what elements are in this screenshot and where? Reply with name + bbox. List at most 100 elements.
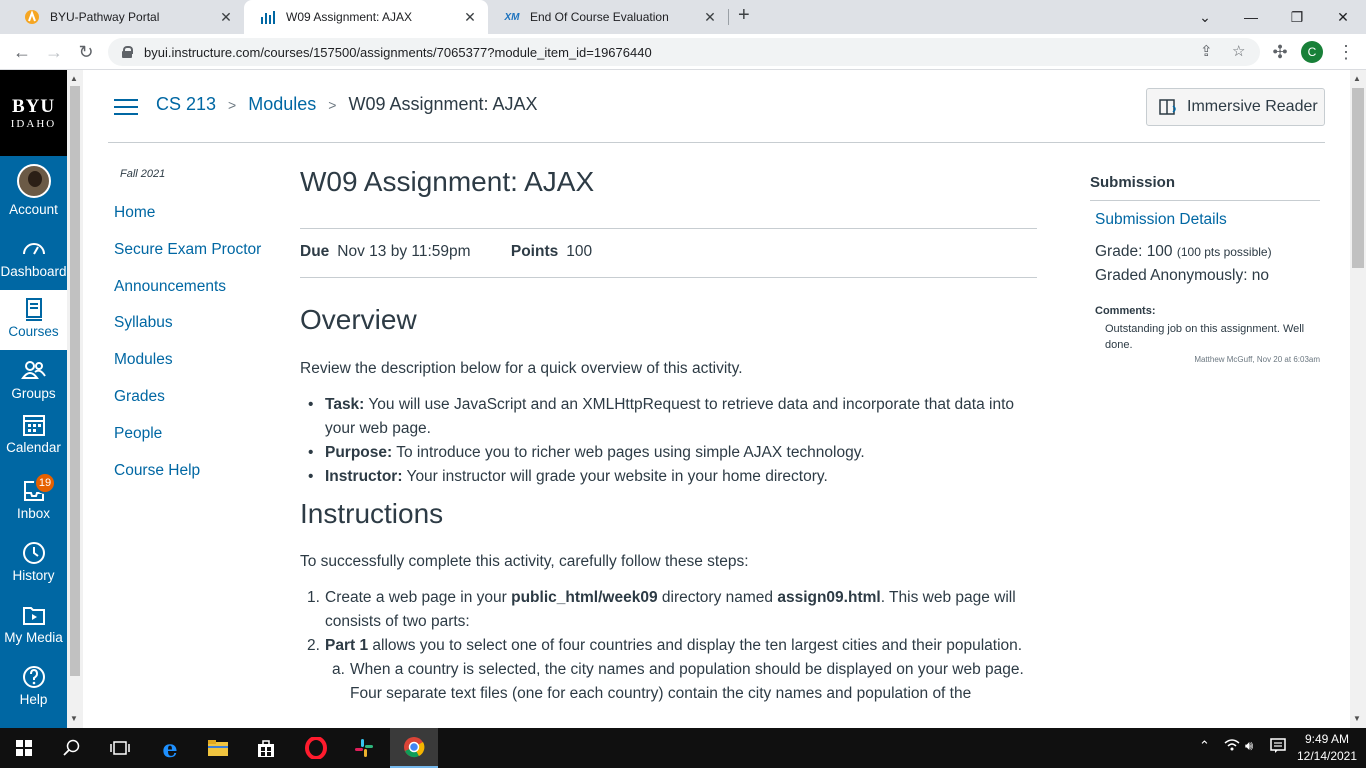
tab-search-icon[interactable]: ⌄ — [1182, 0, 1228, 34]
tab-close-icon[interactable]: ✕ — [460, 9, 480, 26]
scroll-up-arrow-icon[interactable]: ▲ — [70, 74, 78, 83]
step-letter: a. — [332, 661, 345, 678]
forward-icon[interactable]: → — [42, 40, 66, 64]
microsoft-store-icon[interactable] — [242, 728, 290, 768]
tab-w09-assignment[interactable]: W09 Assignment: AJAX ✕ — [244, 0, 488, 34]
new-tab-icon[interactable]: + — [738, 4, 758, 27]
bullet-bold: Task: — [325, 396, 365, 413]
lock-icon — [122, 46, 133, 58]
step-text: directory named — [657, 589, 778, 606]
tab-close-icon[interactable]: ✕ — [700, 9, 720, 26]
profile-avatar[interactable]: C — [1301, 41, 1323, 63]
notifications-icon[interactable] — [1270, 738, 1286, 757]
points-label: Points — [510, 243, 559, 260]
list-item: Task: You will use JavaScript and an XML… — [300, 393, 1040, 441]
nav-scrollbar[interactable]: ▲ ▼ — [67, 70, 83, 728]
list-item: 2. Part 1 allows you to select one of fou… — [300, 634, 1040, 658]
browser-tab-bar: BYU-Pathway Portal ✕ W09 Assignment: AJA… — [0, 0, 1366, 34]
global-nav-courses[interactable]: Courses — [0, 290, 67, 350]
search-icon[interactable] — [48, 728, 96, 768]
opera-browser-icon[interactable] — [292, 728, 340, 768]
course-nav-announcements[interactable]: Announcements — [114, 276, 261, 313]
scroll-up-arrow-icon[interactable]: ▲ — [1353, 74, 1361, 83]
course-nav-course-help[interactable]: Course Help — [114, 460, 261, 497]
restore-icon[interactable]: ❐ — [1274, 0, 1320, 34]
global-nav-calendar[interactable]: Calendar — [0, 412, 67, 472]
course-nav-syllabus[interactable]: Syllabus — [114, 312, 261, 349]
system-clock[interactable]: 9:49 AM 12/14/2021 — [1294, 731, 1360, 765]
back-icon[interactable]: ← — [10, 40, 34, 64]
close-window-icon[interactable]: ✕ — [1320, 0, 1366, 34]
step-text: Create a web page in your — [325, 589, 512, 606]
bookmark-star-icon[interactable]: ☆ — [1232, 42, 1245, 60]
history-clock-icon — [22, 542, 45, 564]
nav-label: History — [12, 568, 55, 583]
instructions-text: To successfully complete this activity, … — [300, 553, 749, 570]
global-nav-account[interactable]: Account — [0, 164, 67, 226]
tab-byu-pathway[interactable]: BYU-Pathway Portal ✕ — [8, 0, 244, 34]
points-value: 100 — [566, 243, 593, 260]
chrome-taskbar-icon[interactable] — [390, 728, 438, 768]
courses-book-icon — [25, 298, 42, 321]
tab-close-icon[interactable]: ✕ — [216, 9, 236, 26]
step-text: allows you to select one of four countri… — [368, 637, 1023, 654]
overview-bullet-list: Task: You will use JavaScript and an XML… — [300, 393, 1040, 489]
course-nav-modules[interactable]: Modules — [114, 349, 261, 386]
scrollbar-thumb[interactable] — [1352, 88, 1364, 268]
tab-course-evaluation[interactable]: XM End Of Course Evaluation ✕ — [488, 0, 728, 34]
course-nav-home[interactable]: Home — [114, 202, 261, 239]
breadcrumb-current: W09 Assignment: AJAX — [348, 94, 538, 114]
tab-title: BYU-Pathway Portal — [50, 10, 160, 24]
breadcrumb-modules[interactable]: Modules — [248, 94, 316, 115]
nav-label: My Media — [4, 630, 63, 645]
clock-date: 12/14/2021 — [1296, 749, 1358, 763]
submission-details-link[interactable]: Submission Details — [1095, 211, 1320, 229]
edge-browser-icon[interactable]: e — [146, 728, 194, 768]
byu-idaho-logo[interactable]: BYU IDAHO — [0, 70, 67, 156]
task-view-icon[interactable] — [96, 728, 144, 768]
file-explorer-icon[interactable] — [194, 728, 242, 768]
browser-toolbar: ← → ↻ byui.instructure.com/courses/15750… — [0, 34, 1366, 70]
minimize-icon[interactable]: — — [1228, 0, 1274, 34]
bullet-bold: Purpose: — [325, 444, 393, 461]
global-nav-groups[interactable]: Groups — [0, 358, 67, 412]
immersive-reader-button[interactable]: Immersive Reader — [1146, 88, 1325, 126]
address-bar[interactable]: byui.instructure.com/courses/157500/assi… — [108, 38, 1260, 66]
assignment-header: W09 Assignment: AJAX — [300, 166, 1037, 198]
volume-icon[interactable]: 🔊︎ — [1245, 738, 1253, 754]
show-hidden-icons-icon[interactable]: ⌃ — [1199, 738, 1210, 754]
windows-start-icon[interactable] — [0, 728, 48, 768]
global-nav-help[interactable]: Help — [0, 664, 67, 720]
step-bold: assign09.html — [777, 589, 881, 606]
grade-possible: (100 pts possible) — [1176, 245, 1272, 259]
global-nav-history[interactable]: History — [0, 540, 67, 596]
scroll-down-arrow-icon[interactable]: ▼ — [1353, 714, 1361, 723]
nav-label: Courses — [8, 324, 59, 339]
submission-sidebar: Submission Submission Details Grade: 100… — [1090, 174, 1320, 364]
course-menu-toggle-icon[interactable] — [114, 99, 138, 117]
nav-label: Calendar — [6, 440, 61, 455]
global-nav-inbox[interactable]: 19 Inbox — [0, 472, 67, 534]
wifi-icon[interactable] — [1224, 738, 1240, 755]
menu-kebab-icon[interactable]: ⋮ — [1334, 40, 1358, 64]
breadcrumb-chevron-icon: > — [328, 96, 337, 113]
global-navigation: BYU IDAHO Account Dashboard Courses Grou… — [0, 70, 67, 728]
course-nav-grades[interactable]: Grades — [114, 386, 261, 423]
extensions-icon[interactable]: ✣ — [1268, 40, 1292, 64]
help-question-icon — [22, 666, 45, 688]
step-bold: Part 1 — [325, 637, 369, 654]
global-nav-my-media[interactable]: My Media — [0, 602, 67, 658]
course-nav-people[interactable]: People — [114, 423, 261, 460]
step-text: When a country is selected, the city nam… — [350, 661, 1024, 702]
share-icon[interactable]: ⇪ — [1200, 42, 1213, 60]
slack-icon[interactable] — [340, 728, 388, 768]
breadcrumb-course[interactable]: CS 213 — [156, 94, 216, 115]
global-nav-dashboard[interactable]: Dashboard — [0, 236, 67, 292]
bullet-bold: Instructor: — [325, 468, 403, 485]
scrollbar-thumb[interactable] — [70, 86, 80, 676]
course-nav-secure-exam-proctor[interactable]: Secure Exam Proctor — [114, 239, 261, 276]
scroll-down-arrow-icon[interactable]: ▼ — [70, 714, 78, 723]
page-scrollbar[interactable]: ▲ ▼ — [1350, 70, 1366, 728]
reload-icon[interactable]: ↻ — [74, 40, 98, 64]
comment-text: Outstanding job on this assignment. Well… — [1105, 323, 1305, 351]
